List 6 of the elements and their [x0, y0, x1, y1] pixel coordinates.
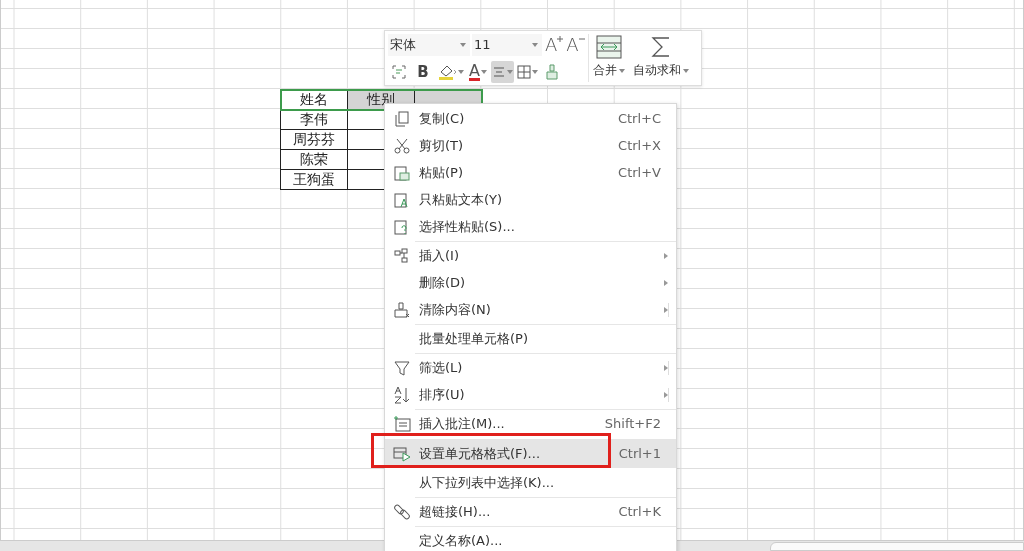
- merge-label: 合并: [593, 62, 617, 79]
- table-cell: 陈荣: [280, 149, 348, 170]
- table-cell: 王狗蛋: [280, 169, 348, 190]
- table-cell: 李伟: [280, 109, 348, 130]
- autosum-label: 自动求和: [633, 62, 681, 79]
- table-cell: 周芬芬: [280, 129, 348, 150]
